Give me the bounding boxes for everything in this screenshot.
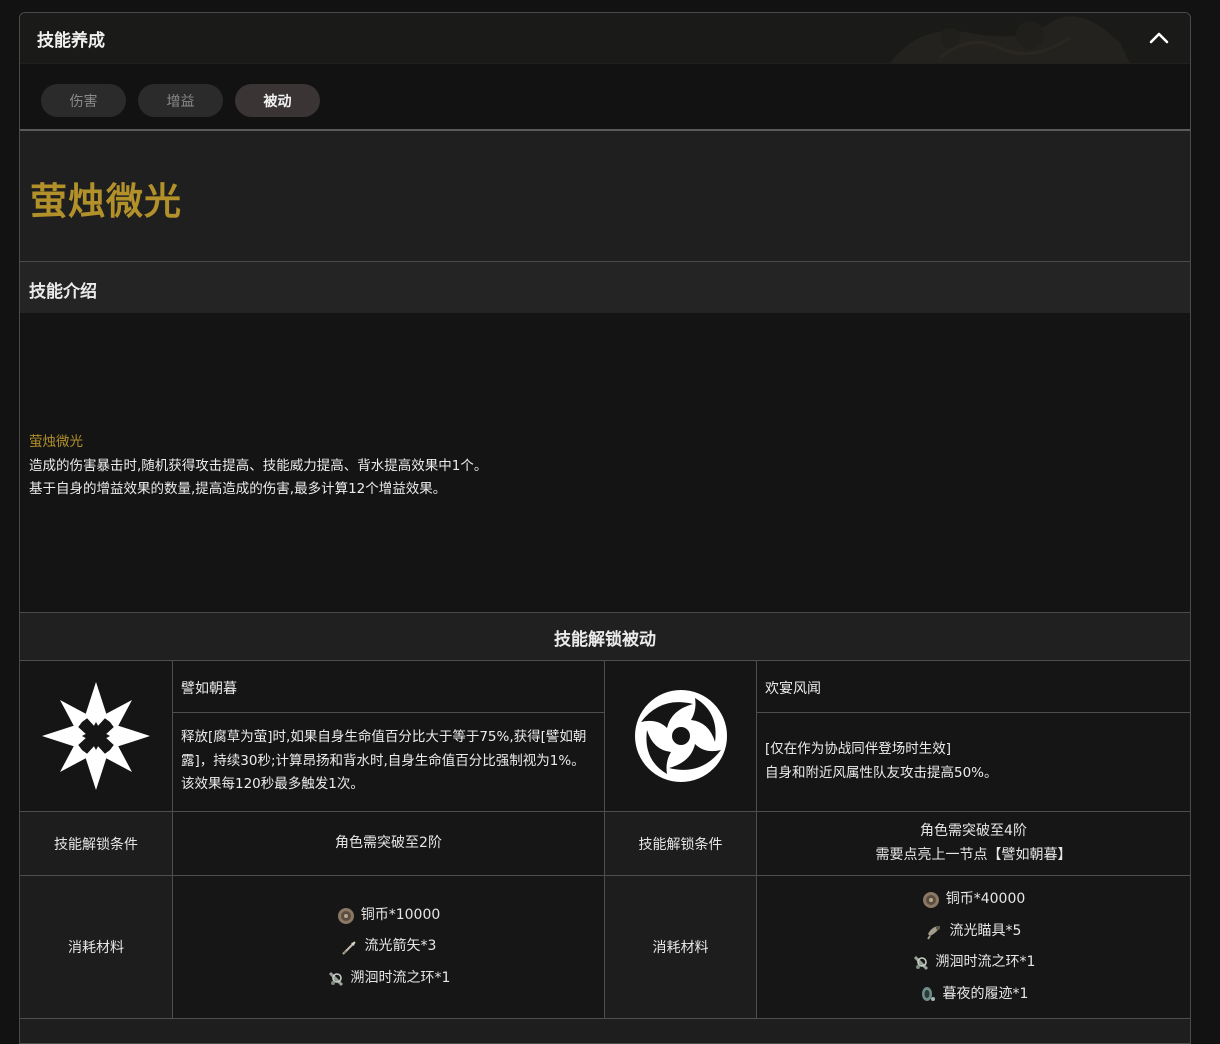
table-border — [756, 661, 757, 1018]
skill-name: 萤烛微光 — [30, 180, 182, 223]
material-text: 流光瞄具*5 — [949, 922, 1022, 939]
material-item: 铜币*40000 — [922, 884, 1026, 916]
table-border — [604, 661, 605, 1018]
material-item: 流光瞄具*5 — [926, 916, 1022, 948]
chevron-up-icon — [1149, 32, 1169, 44]
table-border — [172, 661, 173, 1018]
next-row-stub — [20, 1019, 1190, 1043]
material-text: 流光箭矢*3 — [364, 938, 437, 955]
passive-name-cell: 欢宴风闻 — [757, 661, 1190, 712]
intro-highlight: 萤烛微光 — [29, 434, 83, 450]
passive-icon-cell — [20, 661, 172, 811]
condition-line: 角色需突破至2阶 — [335, 834, 442, 851]
intro-title: 技能介绍 — [29, 282, 97, 302]
material-text: 溯洄时流之环*1 — [350, 969, 451, 986]
header-decoration-art — [890, 16, 1130, 63]
unlock-condition-value: 角色需突破至4阶 需要点亮上一节点【譬如朝暮】 — [757, 812, 1190, 875]
unlock-condition-label: 技能解锁条件 — [605, 812, 756, 875]
table-border — [20, 660, 1190, 661]
arrow-icon — [341, 941, 356, 955]
star-burst-icon — [42, 682, 150, 790]
passive-name: 譬如朝暮 — [181, 681, 237, 697]
passive-name: 欢宴风闻 — [765, 681, 821, 697]
materials-label: 消耗材料 — [20, 876, 172, 1018]
unlock-condition-value: 角色需突破至2阶 — [173, 812, 604, 875]
material-text: 铜币*10000 — [360, 906, 441, 923]
footprint-icon — [921, 987, 935, 1002]
materials-list: 铜币*10000 流光箭矢*3 溯洄时流之环*1 — [173, 876, 604, 1018]
skill-panel: 技能养成 伤害 增益 被动 萤烛微光 技能介绍 萤烛微光 造成的伤害暴击时,随机… — [19, 12, 1191, 1044]
passive-desc-line: 自身和附近风属性队友攻击提高50%。 — [765, 764, 998, 781]
intro-body: 萤烛微光 造成的伤害暴击时,随机获得攻击提高、技能威力提高、背水提高效果中1个。… — [20, 313, 1190, 612]
unlock-condition-label: 技能解锁条件 — [20, 812, 172, 875]
ring-icon — [913, 955, 928, 970]
passive-desc-cell: [仅在作为协战同伴登场时生效] 自身和附近风属性队友攻击提高50%。 — [757, 713, 1190, 811]
intro-text: 萤烛微光 造成的伤害暴击时,随机获得攻击提高、技能威力提高、背水提高效果中1个。… — [29, 431, 487, 502]
panel-header: 技能养成 — [20, 13, 1190, 64]
skill-name-block: 萤烛微光 — [20, 131, 1190, 262]
condition-line: 需要点亮上一节点【譬如朝暮】 — [875, 846, 1072, 863]
material-text: 铜币*40000 — [945, 891, 1026, 907]
material-item: 暮夜的履迹*1 — [919, 979, 1029, 1011]
passive-desc: 释放[腐草为萤]时,如果自身生命值百分比大于等于75%,获得[譬如朝露]，持续3… — [181, 729, 587, 792]
material-item: 流光箭矢*3 — [341, 931, 437, 963]
collapse-button[interactable] — [1146, 25, 1172, 51]
material-item: 溯洄时流之环*1 — [327, 963, 451, 995]
wind-swirl-icon — [634, 690, 727, 782]
coin-icon — [922, 891, 939, 908]
passive-desc: [仅在作为协战同伴登场时生效] 自身和附近风属性队友攻击提高50%。 — [765, 738, 998, 785]
panel-title: 技能养成 — [37, 31, 105, 51]
intro-line: 造成的伤害暴击时,随机获得攻击提高、技能威力提高、背水提高效果中1个。 — [29, 457, 488, 474]
tab-buff[interactable]: 增益 — [138, 84, 223, 117]
scope-icon — [926, 926, 940, 940]
intro-line: 基于自身的增益效果的数量,提高造成的伤害,最多计算12个增益效果。 — [29, 481, 447, 497]
tab-damage[interactable]: 伤害 — [41, 84, 126, 117]
material-text: 暮夜的履迹*1 — [942, 985, 1029, 1002]
condition-line: 角色需突破至4阶 — [920, 823, 1027, 839]
materials-label: 消耗材料 — [605, 876, 756, 1018]
ring-icon — [328, 971, 343, 986]
table-border — [757, 712, 1190, 713]
passive-desc-cell: 释放[腐草为萤]时,如果自身生命值百分比大于等于75%,获得[譬如朝露]，持续3… — [173, 713, 604, 811]
passive-icon-cell — [605, 661, 756, 811]
unlock-header: 技能解锁被动 — [20, 612, 1190, 661]
tab-passive[interactable]: 被动 — [235, 84, 320, 117]
material-item: 铜币*10000 — [337, 900, 441, 932]
intro-header: 技能介绍 — [20, 262, 1190, 313]
passive-name-cell: 譬如朝暮 — [173, 661, 604, 712]
material-item: 溯洄时流之环*1 — [912, 947, 1036, 979]
table-border — [173, 712, 604, 713]
coin-icon — [337, 907, 354, 924]
table-border — [20, 875, 1190, 876]
materials-list: 铜币*40000 流光瞄具*5 溯洄时流之环*1 暮夜的履迹*1 — [757, 876, 1190, 1018]
material-text: 溯洄时流之环*1 — [935, 954, 1036, 970]
table-border — [20, 811, 1190, 812]
passive-desc-line: [仅在作为协战同伴登场时生效] — [765, 741, 952, 757]
